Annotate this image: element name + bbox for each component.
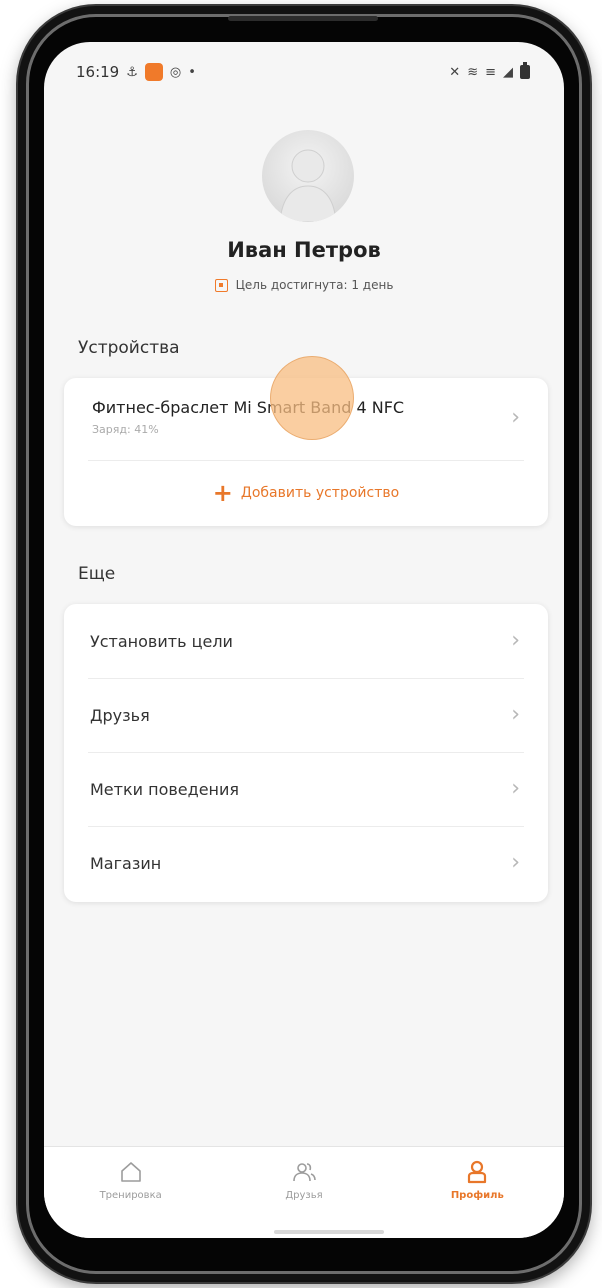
nav-item-training[interactable]: Тренировка: [56, 1159, 206, 1238]
chevron-right-icon: ›: [511, 776, 520, 801]
volte-icon: ≡: [485, 64, 496, 80]
add-device-label: Добавить устройство: [240, 485, 400, 501]
add-device-button[interactable]: + Добавить устройство: [64, 468, 548, 518]
goal-icon: [214, 278, 228, 292]
signal-icon: ◢: [503, 64, 513, 80]
chevron-right-icon: ›: [511, 702, 520, 727]
more-notifications-icon: •: [188, 64, 196, 80]
menu-item-shop[interactable]: Магазин ›: [64, 826, 548, 900]
phone-frame: 16:19 ⚓ ◎ • ✕ ≋ ≡ ◢ Иван Петров Цель дос…: [18, 6, 590, 1282]
devices-section-title: Устройства: [78, 338, 180, 358]
home-indicator: [274, 1230, 384, 1234]
nav-label: Профиль: [450, 1190, 504, 1201]
profile-icon: [464, 1159, 490, 1185]
avatar-placeholder-icon: [279, 149, 337, 222]
user-name: Иван Петров: [227, 238, 381, 262]
menu-item-behavior-tags[interactable]: Метки поведения ›: [64, 752, 548, 826]
status-left: 16:19 ⚓ ◎ •: [76, 63, 196, 81]
status-time: 16:19: [76, 63, 120, 81]
chevron-right-icon: ›: [511, 850, 520, 875]
mute-icon: ✕: [449, 64, 461, 80]
wifi-icon: ≋: [467, 64, 479, 80]
sync-icon: ◎: [169, 64, 182, 80]
menu-item-set-goals[interactable]: Установить цели ›: [64, 604, 548, 678]
phone-speaker: [228, 16, 378, 21]
menu-item-label: Установить цели: [90, 631, 233, 651]
touch-indicator: [270, 356, 354, 440]
usb-icon: ⚓: [126, 64, 138, 80]
more-section-title: Еще: [78, 564, 116, 584]
goal-text: Цель достигнута: 1 день: [235, 278, 394, 292]
status-right: ✕ ≋ ≡ ◢: [449, 62, 530, 80]
menu-item-label: Друзья: [90, 705, 150, 725]
avatar[interactable]: [262, 130, 354, 222]
menu-item-friends[interactable]: Друзья ›: [64, 678, 548, 752]
menu-item-label: Магазин: [90, 853, 162, 873]
nav-label: Друзья: [285, 1190, 323, 1201]
plus-icon: +: [212, 479, 233, 507]
chevron-right-icon: ›: [511, 405, 520, 430]
menu-item-label: Метки поведения: [90, 779, 240, 799]
more-card: Установить цели › Друзья › Метки поведен…: [64, 604, 548, 902]
goal-status: Цель достигнута: 1 день: [44, 278, 564, 292]
status-bar: 16:19 ⚓ ◎ • ✕ ≋ ≡ ◢: [44, 42, 564, 102]
app-screen: 16:19 ⚓ ◎ • ✕ ≋ ≡ ◢ Иван Петров Цель дос…: [44, 42, 564, 1238]
chevron-right-icon: ›: [511, 628, 520, 653]
nav-item-friends[interactable]: Друзья: [229, 1159, 379, 1238]
nav-item-profile[interactable]: Профиль: [402, 1159, 552, 1238]
card-divider: [88, 460, 524, 461]
bottom-nav: Тренировка Друзья Профиль: [44, 1146, 564, 1238]
mail-notification-icon: [144, 63, 163, 81]
nav-label: Тренировка: [99, 1190, 162, 1201]
battery-icon: [520, 62, 530, 79]
friends-icon: [291, 1159, 317, 1185]
home-icon: [118, 1159, 144, 1185]
